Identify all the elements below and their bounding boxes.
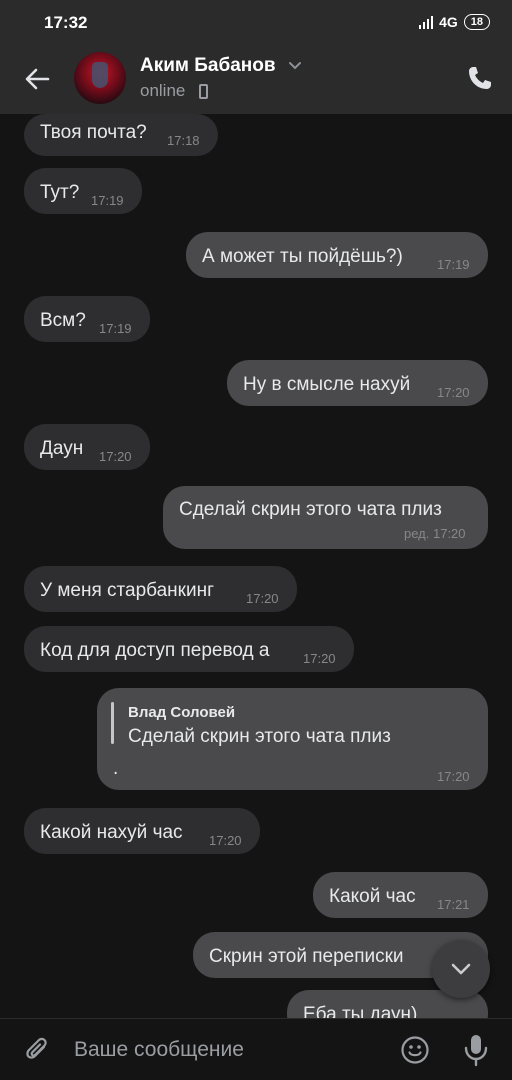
- contact-status: online: [140, 81, 186, 100]
- message-text: Какой час: [329, 886, 416, 907]
- message-time: 17:20: [437, 769, 470, 784]
- message-bubble[interactable]: Сделай скрин этого чата плиз ред. 17:20: [163, 486, 488, 549]
- status-time: 17:32: [44, 13, 88, 32]
- message-bubble[interactable]: Даун 17:20: [24, 424, 150, 470]
- message-bubble[interactable]: Твоя почта? 17:18: [24, 114, 218, 156]
- signal-icon: [419, 15, 434, 29]
- mobile-device-icon: [199, 84, 208, 99]
- reply-quoted-text: Сделай скрин этого чата плиз: [128, 726, 391, 747]
- smiley-icon[interactable]: [400, 1035, 430, 1065]
- message-text: Твоя почта?: [40, 122, 147, 143]
- message-text: А может ты пойдёшь?): [202, 246, 403, 267]
- message-time: 17:19: [91, 193, 124, 208]
- message-composer: [0, 1018, 512, 1080]
- paperclip-icon[interactable]: [22, 1035, 52, 1065]
- message-time: 17:20: [246, 591, 279, 606]
- message-time: 17:20: [303, 651, 336, 666]
- message-time: 17:18: [167, 133, 200, 148]
- message-bubble[interactable]: А может ты пойдёшь?) 17:19: [186, 232, 488, 278]
- contact-name[interactable]: Аким Бабанов: [140, 55, 276, 77]
- microphone-icon[interactable]: [461, 1033, 491, 1067]
- message-text: Еба ты даун): [303, 1004, 418, 1018]
- message-time: 17:19: [99, 321, 132, 336]
- reply-quote-bar: [111, 702, 114, 744]
- message-text: Код для доступ перевод а: [40, 640, 270, 661]
- message-bubble[interactable]: Какой час 17:21: [313, 872, 488, 918]
- phone-icon[interactable]: [466, 64, 494, 92]
- message-text: У меня старбанкинг: [40, 580, 215, 601]
- avatar[interactable]: [74, 52, 126, 104]
- message-time: 17:21: [437, 897, 470, 912]
- message-time: 17:20: [437, 385, 470, 400]
- message-text: Даун: [40, 438, 84, 459]
- message-list[interactable]: Твоя почта? 17:18 Тут? 17:19 А может ты …: [0, 114, 512, 1018]
- message-bubble[interactable]: Тут? 17:19: [24, 168, 142, 214]
- message-bubble[interactable]: Всм? 17:19: [24, 296, 150, 342]
- chevron-down-icon[interactable]: [287, 57, 303, 73]
- message-time: 17:20: [99, 449, 132, 464]
- message-text: Ну в смысле нахуй: [243, 374, 411, 395]
- message-text: .: [113, 758, 119, 779]
- arrow-left-icon[interactable]: [22, 64, 52, 94]
- message-text: Скрин этой переписки: [209, 946, 404, 967]
- battery-icon: 18: [463, 14, 490, 30]
- status-bar: 17:32 4G 18: [0, 0, 512, 44]
- message-bubble[interactable]: Какой нахуй час 17:20: [24, 808, 260, 854]
- message-time: 17:19: [437, 257, 470, 272]
- message-text: Сделай скрин этого чата плиз: [179, 499, 442, 520]
- message-text: Всм?: [40, 310, 86, 331]
- reply-author: Влад Соловей: [128, 704, 236, 721]
- battery-level: 18: [470, 15, 483, 28]
- message-bubble[interactable]: У меня старбанкинг 17:20: [24, 566, 297, 612]
- chevron-down-icon: [451, 963, 471, 975]
- message-bubble[interactable]: Код для доступ перевод а 17:20: [24, 626, 354, 672]
- chat-header: Аким Бабанов online: [0, 44, 512, 114]
- message-time: ред. 17:20: [404, 526, 466, 541]
- message-input[interactable]: [74, 1033, 384, 1067]
- status-indicators: 4G 18: [419, 14, 490, 30]
- network-type: 4G: [439, 14, 458, 30]
- reply-message-bubble[interactable]: Влад Соловей Сделай скрин этого чата пли…: [97, 688, 488, 790]
- scroll-down-button[interactable]: [432, 940, 490, 998]
- message-text: Какой нахуй час: [40, 822, 183, 843]
- message-text: Тут?: [40, 182, 80, 203]
- message-bubble[interactable]: Ну в смысле нахуй 17:20: [227, 360, 488, 406]
- message-time: 17:20: [209, 833, 242, 848]
